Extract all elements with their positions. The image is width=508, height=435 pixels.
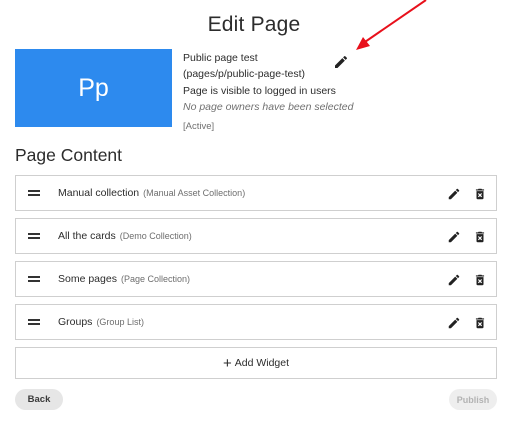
page-content-heading: Page Content — [15, 145, 123, 165]
widget-row-manual-collection[interactable]: Manual collection (Manual Asset Collectio… — [15, 175, 497, 211]
delete-widget-icon[interactable] — [473, 315, 487, 331]
widget-label: Groups (Group List) — [58, 316, 144, 328]
drag-handle-icon[interactable] — [28, 190, 40, 196]
edit-widget-icon[interactable] — [447, 230, 461, 244]
delete-widget-icon[interactable] — [473, 229, 487, 245]
widget-type: (Manual Asset Collection) — [143, 188, 246, 198]
widget-label: All the cards (Demo Collection) — [58, 230, 192, 242]
drag-handle-icon[interactable] — [28, 276, 40, 282]
page-owners: No page owners have been selected — [183, 101, 354, 113]
page-thumbnail: Pp — [15, 49, 172, 127]
widget-type: (Demo Collection) — [119, 231, 192, 241]
add-widget-label: Add Widget — [234, 357, 290, 369]
delete-widget-icon[interactable] — [473, 186, 487, 202]
page-status: [Active] — [183, 121, 215, 132]
widget-row-some-pages[interactable]: Some pages (Page Collection) — [15, 261, 497, 297]
page-visibility: Page is visible to logged in users — [183, 85, 336, 97]
edit-widget-icon[interactable] — [447, 187, 461, 201]
widget-name: All the cards — [58, 230, 116, 242]
page-path: (pages/p/public-page-test) — [183, 68, 305, 80]
drag-handle-icon[interactable] — [28, 319, 40, 325]
edit-page-pencil-icon[interactable] — [333, 54, 349, 70]
delete-widget-icon[interactable] — [473, 272, 487, 288]
widget-name: Some pages — [58, 273, 117, 285]
publish-button[interactable]: Publish — [449, 389, 497, 410]
widget-name: Manual collection — [58, 187, 140, 199]
page-title: Edit Page — [207, 13, 301, 36]
page-name: Public page test — [183, 52, 258, 64]
widget-name: Groups — [58, 316, 93, 328]
edit-widget-icon[interactable] — [447, 273, 461, 287]
edit-widget-icon[interactable] — [447, 316, 461, 330]
widget-row-all-the-cards[interactable]: All the cards (Demo Collection) — [15, 218, 497, 254]
widget-type: (Page Collection) — [120, 274, 191, 284]
add-widget-button[interactable]: + Add Widget — [15, 347, 497, 379]
drag-handle-icon[interactable] — [28, 233, 40, 239]
widget-label: Manual collection (Manual Asset Collectio… — [58, 187, 245, 199]
widget-label: Some pages (Page Collection) — [58, 273, 190, 285]
back-button[interactable]: Back — [15, 389, 63, 410]
plus-icon: + — [222, 354, 232, 372]
widget-type: (Group List) — [96, 317, 144, 327]
widget-row-groups[interactable]: Groups (Group List) — [15, 304, 497, 340]
thumbnail-initials: Pp — [78, 73, 109, 102]
